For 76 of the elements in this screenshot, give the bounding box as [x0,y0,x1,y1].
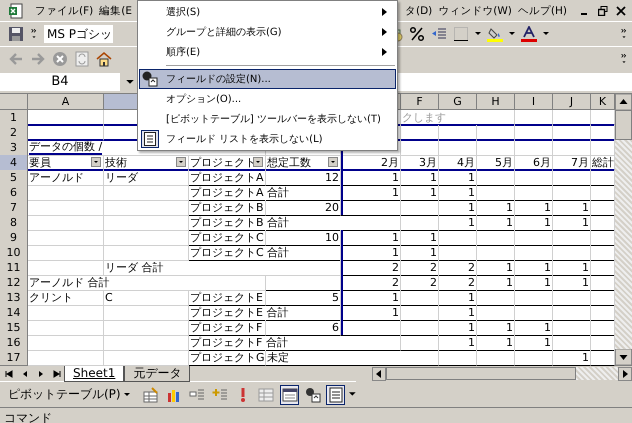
table-cell: 1 [401,230,439,246]
table-cell: 1 [341,230,401,246]
table-cell: 2 [401,275,439,291]
table-cell: プロジェクトB 合計 [189,215,401,231]
status-text: コマンド [4,410,52,423]
table-cell: 2 [401,260,439,276]
table-cell: プロジェクトE 合計 [189,305,341,321]
table-cell: 1 [439,320,477,336]
table-cell: 1 [439,170,477,186]
table-cell: 1 [341,245,401,261]
table-cell: 1 [553,275,591,291]
table-cell: 1 [341,290,401,306]
table-cell: 1 [439,305,477,321]
table-cell: プロジェクトF 合計 [189,335,401,351]
table-cell: プロジェクトB [189,200,266,216]
table-cell: 1 [515,200,553,216]
table-cell: 2 [439,275,477,291]
table-cell: 1 [553,215,591,231]
table-cell: 1 [515,215,553,231]
table-cell: 1 [439,215,477,231]
table-cell: プロジェクトG [189,350,266,366]
table-cell: 未定 [266,350,439,366]
table-cell: リーダ 合計 [104,260,341,276]
table-cell: 3月 [401,155,439,171]
table-cell: 5 [266,290,341,306]
table-cell: プロジェクトE [189,290,266,306]
table-cell: プロジェクトA 合計 [189,185,341,201]
table-cell: 10 [266,230,341,246]
table-cell: 7月 [553,155,591,171]
table-cell: プロジェクトC 合計 [189,245,341,261]
table-cell: クリント [28,290,104,306]
table-cell: 2 [439,260,477,276]
table-cell: 2 [341,275,401,291]
table-cell: 1 [401,245,439,261]
table-cell: 2月 [341,155,401,171]
table-cell: 1 [553,260,591,276]
table-cell: 1 [477,215,515,231]
table-cell: 2 [341,260,401,276]
table-cell: 想定工数 [266,155,341,171]
table-cell: 1 [341,305,401,321]
table-cell: 1 [553,200,591,216]
table-cell: プロジェクトF [189,320,266,336]
table-cell: 1 [477,260,515,276]
table-cell: 1 [341,170,401,186]
table-cell: 1 [515,275,553,291]
table-cell: 1 [515,320,553,336]
table-cell: 12 [266,170,341,186]
table-cell: 1 [341,185,401,201]
table-cell: 4月 [439,155,477,171]
table-cell: プロジェクトC [189,230,266,246]
table-cell: 1 [401,185,439,201]
table-cell: 1 [553,350,591,366]
table-cell: 1 [477,275,515,291]
table-cell: 要員 [28,155,104,171]
table-cell: アーノルド [28,170,104,186]
table-cell: 1 [515,335,553,351]
table-cell: C [104,290,189,306]
table-cell: 1 [439,335,477,351]
table-cell: 1 [515,260,553,276]
table-cell: 1 [477,335,515,351]
table-cell: 1 [477,320,515,336]
table-cell: 1 [439,185,477,201]
table-cell: 1 [401,170,439,186]
table-cell: 1 [477,200,515,216]
table-cell: 5月 [477,155,515,171]
table-cell: アーノルド 合計 [28,275,266,291]
table-cell: 6月 [515,155,553,171]
table-cell: 1 [439,200,477,216]
table-cell: プロジェクトA [189,170,266,186]
table-cell: 1 [439,290,477,306]
table-cell: 20 [266,200,341,216]
table-cell: 6 [266,320,341,336]
table-cell: プロジェクト [189,155,266,171]
table-cell: 技術 [104,155,189,171]
table-cell: クします [401,110,515,126]
table-cell: リーダ [104,170,189,186]
